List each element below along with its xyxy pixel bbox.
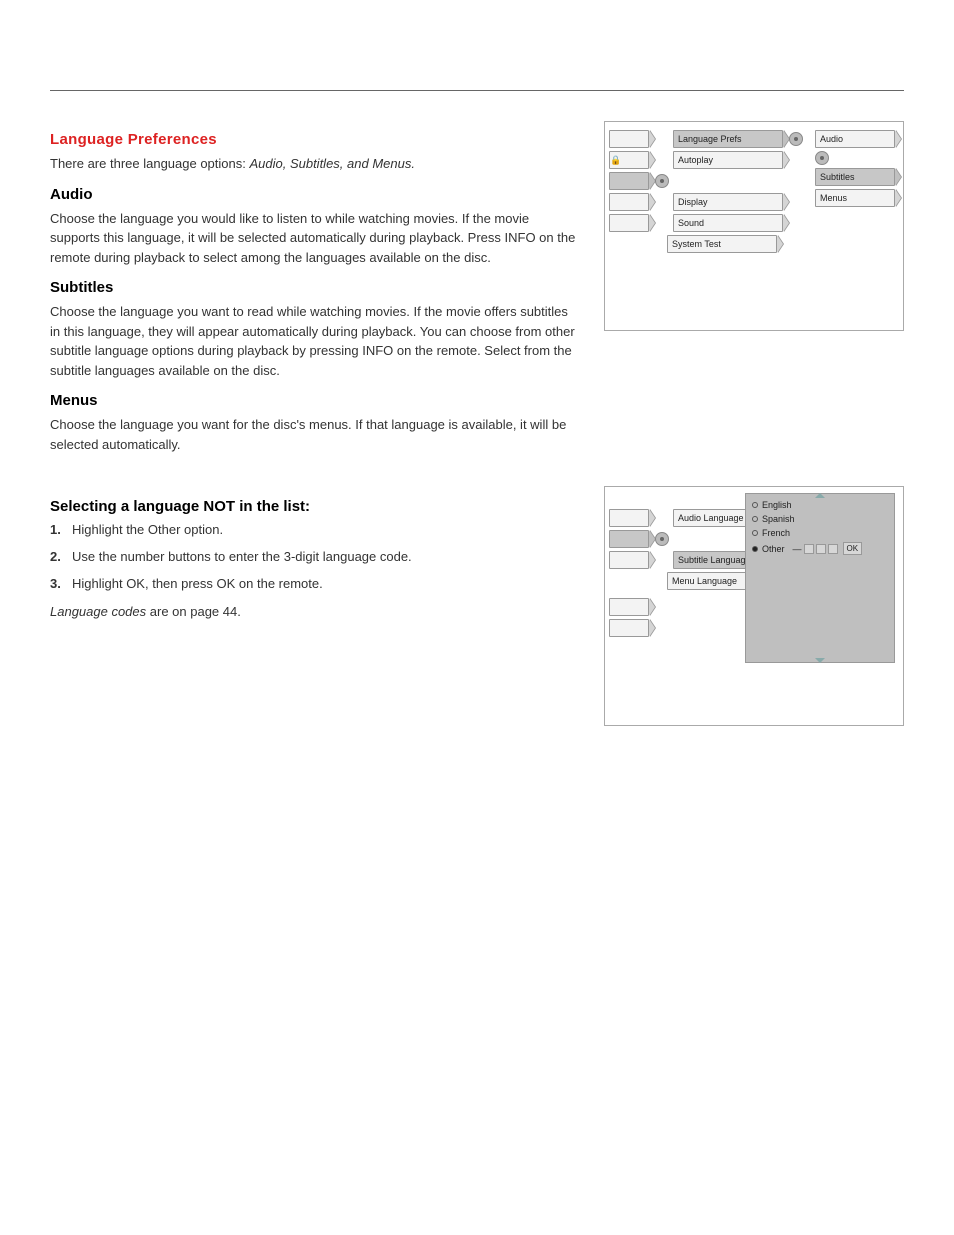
code-digit-3[interactable] [828,544,838,554]
stub-pill[interactable]: 🔒 [609,151,649,169]
stub-pill[interactable] [609,172,649,190]
other-code-input[interactable]: — OK [793,542,863,555]
note-language-codes: Language codes are on page 44. [50,602,576,622]
language-radio-list: English Spanish French Other — OK [745,493,895,663]
stub-pill[interactable] [609,130,649,148]
menu-item-system-test[interactable]: System Test [667,235,777,253]
submenu-subtitles[interactable]: Subtitles [815,168,895,186]
stub-pill[interactable] [609,598,649,616]
heading-language-preferences: Language Preferences [50,131,576,148]
ok-button[interactable]: OK [843,542,863,555]
section-other-language: Selecting a language NOT in the list: 1.… [50,486,904,726]
stub-pill[interactable] [609,530,649,548]
submenu-audio[interactable]: Audio [815,130,895,148]
radio-spanish[interactable]: Spanish [752,514,888,524]
step-1: 1. Highlight the Other option. [50,521,576,540]
stub-pill[interactable] [609,551,649,569]
knob-icon [789,132,803,146]
submenu-menus[interactable]: Menus [815,189,895,207]
knob-icon [655,174,669,188]
figure-language-other: Audio Language Subtitle Language Menu La… [604,486,904,726]
step-3: 3. Highlight OK, then press OK on the re… [50,575,576,594]
knob-icon [815,151,829,165]
steps-list: 1. Highlight the Other option. 2. Use th… [50,521,576,594]
heading-select-other: Selecting a language NOT in the list: [50,498,576,515]
stub-pill[interactable] [609,193,649,211]
heading-menus: Menus [50,392,576,409]
scroll-down-icon[interactable] [815,658,825,663]
scroll-up-icon[interactable] [815,493,825,498]
stub-pill[interactable] [609,214,649,232]
figure-preferences-menu: Language Prefs 🔒 Autoplay Display Sound … [604,121,904,331]
step-2: 2. Use the number buttons to enter the 3… [50,548,576,567]
stub-pill[interactable] [609,509,649,527]
para-menus: Choose the language you want for the dis… [50,415,576,454]
stub-pill[interactable] [609,619,649,637]
code-digit-1[interactable] [804,544,814,554]
horizontal-rule [50,90,904,91]
lock-icon: 🔒 [610,156,621,165]
radio-english[interactable]: English [752,500,888,510]
menu-item-autoplay[interactable]: Autoplay [673,151,783,169]
code-digit-2[interactable] [816,544,826,554]
heading-audio: Audio [50,186,576,203]
radio-french[interactable]: French [752,528,888,538]
heading-subtitles: Subtitles [50,279,576,296]
section-language-preferences: Language Preferences There are three lan… [50,121,904,462]
para-subtitles: Choose the language you want to read whi… [50,302,576,380]
menu-item-sound[interactable]: Sound [673,214,783,232]
knob-icon [655,532,669,546]
para-audio: Choose the language you would like to li… [50,209,576,268]
menu-item-display[interactable]: Display [673,193,783,211]
intro-para: There are three language options: Audio,… [50,154,576,174]
radio-other[interactable]: Other — OK [752,542,888,555]
menu-item-language-prefs[interactable]: Language Prefs [673,130,783,148]
